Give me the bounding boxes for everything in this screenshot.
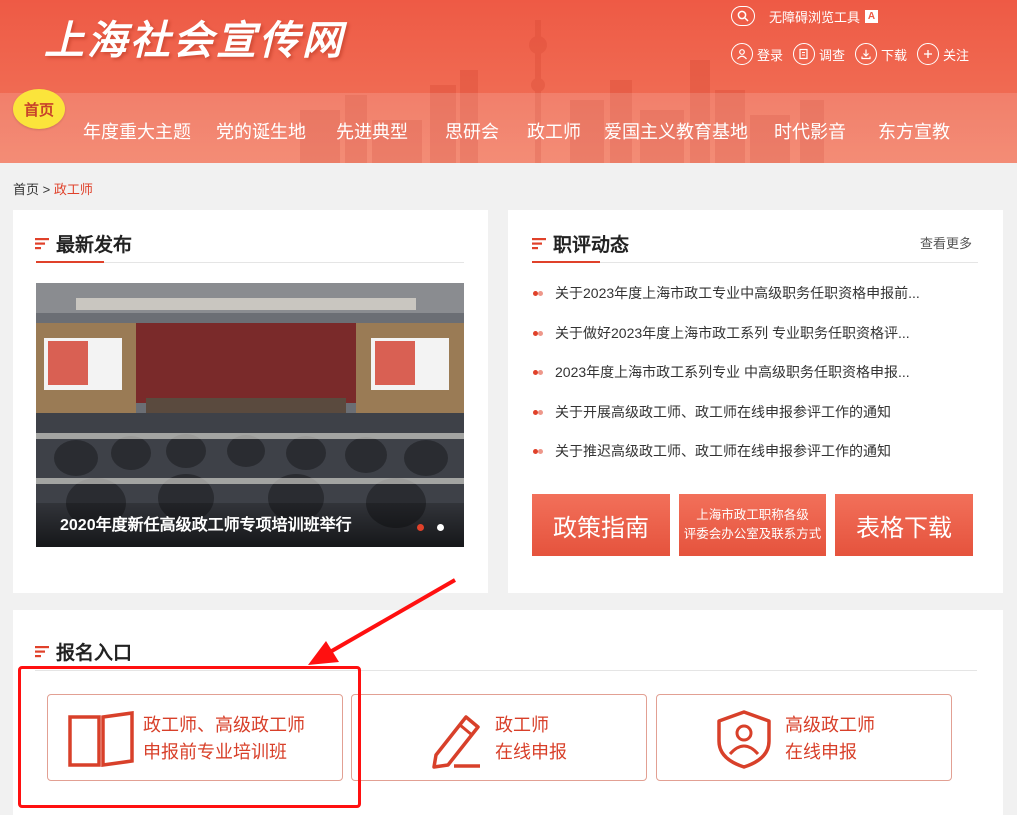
section-title-underline — [532, 261, 600, 263]
login-label: 登录 — [757, 47, 784, 63]
site-header: 上海社会宣传网 无障碍浏览工具 A 登录 调查 下载 关注 年度重大主题 党的诞… — [0, 0, 1017, 163]
spw-entry-line2: 在线申报 — [785, 742, 857, 762]
nav-item-role-models[interactable]: 先进典型 — [336, 118, 408, 144]
news-list: 关于2023年度上海市政工专业中高级职务任职资格申报前... 关于做好2023年… — [533, 280, 920, 478]
latest-card: 最新发布 2020年度新任高级政工师专项培训班举行 — [13, 210, 488, 593]
accessibility-badge: A — [865, 9, 879, 23]
nav-home-badge[interactable]: 首页 — [13, 89, 65, 129]
nav-item-media[interactable]: 时代影音 — [774, 118, 846, 144]
news-item[interactable]: 关于推迟高级政工师、政工师在线申报参评工作的通知 — [533, 438, 920, 478]
breadcrumb-home[interactable]: 首页 — [13, 182, 39, 197]
news-section-title: 职评动态 — [532, 230, 629, 257]
training-class-entry[interactable]: 政工师、高级政工师 申报前专业培训班 — [47, 694, 343, 781]
view-more-link[interactable]: 查看更多 — [920, 233, 972, 252]
accessibility-tool[interactable]: 无障碍浏览工具 A — [731, 6, 879, 26]
photo-caption[interactable]: 2020年度新任高级政工师专项培训班举行 — [60, 511, 352, 535]
section-title-underline — [36, 261, 104, 263]
latest-section-title: 最新发布 — [35, 230, 132, 257]
survey-icon — [793, 43, 816, 65]
news-item[interactable]: 关于2023年度上海市政工专业中高级职务任职资格申报前... — [533, 280, 920, 320]
section-title-icon — [35, 237, 49, 249]
breadcrumb-separator: > — [42, 182, 51, 197]
download-icon — [855, 43, 878, 65]
download-link[interactable]: 下载 — [855, 43, 907, 65]
download-label: 下载 — [881, 47, 908, 63]
section-title-icon — [35, 645, 49, 657]
form-download-button[interactable]: 表格下载 — [835, 494, 973, 556]
slider-dot[interactable] — [437, 524, 444, 531]
breadcrumb: 首页 > 政工师 — [13, 179, 93, 198]
nav-item-political-workers[interactable]: 政工师 — [527, 118, 581, 144]
policy-guide-button[interactable]: 政策指南 — [532, 494, 670, 556]
news-photo-slider[interactable]: 2020年度新任高级政工师专项培训班举行 — [36, 283, 464, 547]
bullet-icon — [533, 330, 543, 336]
survey-link[interactable]: 调查 — [793, 43, 845, 65]
training-entry-line1: 政工师、高级政工师 — [143, 715, 305, 735]
news-item[interactable]: 2023年度上海市政工系列专业 中高级职务任职资格申报... — [533, 359, 920, 399]
signup-section-title: 报名入口 — [35, 638, 132, 665]
pw-entry-line1: 政工师 — [495, 715, 549, 735]
news-item[interactable]: 关于做好2023年度上海市政工系列 专业职务任职资格评... — [533, 320, 920, 360]
job-evaluation-news-card: 职评动态 查看更多 关于2023年度上海市政工专业中高级职务任职资格申报前...… — [508, 210, 1003, 593]
nav-item-research-society[interactable]: 思研会 — [445, 118, 499, 144]
user-icon — [731, 43, 753, 65]
senior-political-worker-online-entry[interactable]: 高级政工师 在线申报 — [656, 694, 952, 781]
bullet-icon — [533, 370, 543, 375]
committee-contacts-button[interactable]: 上海市政工职称各级 评委会办公室及联系方式 — [679, 494, 826, 556]
news-item[interactable]: 关于开展高级政工师、政工师在线申报参评工作的通知 — [533, 399, 920, 439]
pw-entry-line2: 在线申报 — [495, 742, 567, 762]
breadcrumb-current: 政工师 — [53, 182, 93, 197]
section-divider — [35, 670, 977, 671]
survey-label: 调查 — [819, 47, 846, 63]
slider-dot-active[interactable] — [417, 524, 424, 531]
follow-label: 关注 — [943, 47, 970, 63]
bullet-icon — [533, 409, 543, 415]
nav-item-party-birthplace[interactable]: 党的诞生地 — [216, 118, 306, 144]
pencil-icon — [432, 715, 480, 769]
nav-item-eastern-education[interactable]: 东方宣教 — [878, 118, 950, 144]
search-icon[interactable] — [731, 6, 755, 26]
login-link[interactable]: 登录 — [731, 43, 783, 65]
training-entry-line2: 申报前专业培训班 — [143, 742, 287, 762]
top-links: 登录 调查 下载 关注 — [731, 43, 979, 65]
follow-link[interactable]: 关注 — [917, 43, 969, 65]
book-icon — [68, 710, 134, 768]
plus-icon — [917, 43, 940, 65]
accessibility-label[interactable]: 无障碍浏览工具 — [769, 7, 860, 26]
nav-item-annual-themes[interactable]: 年度重大主题 — [83, 118, 191, 144]
site-logo[interactable]: 上海社会宣传网 — [44, 8, 345, 66]
bullet-icon — [533, 291, 543, 296]
signup-card: 报名入口 政工师、高级政工师 申报前专业培训班 政工师 在线申报 高级政工师 在… — [13, 610, 1003, 815]
spw-entry-line1: 高级政工师 — [785, 715, 875, 735]
section-title-icon — [532, 237, 546, 249]
nav-item-patriotic-bases[interactable]: 爱国主义教育基地 — [604, 118, 748, 144]
political-worker-online-entry[interactable]: 政工师 在线申报 — [351, 694, 647, 781]
bullet-icon — [533, 449, 543, 454]
shield-user-icon — [717, 710, 771, 769]
